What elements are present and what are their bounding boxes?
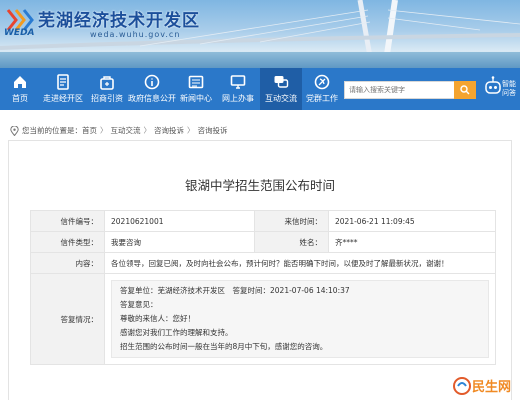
nav-item-investment[interactable]: 招商引资 [86, 68, 128, 110]
watermark-logo: 民生网 [452, 372, 520, 400]
location-icon [10, 125, 19, 136]
nav-item-about[interactable]: 走进经开区 [40, 68, 86, 110]
time-value: 2021-06-21 11:09:45 [328, 210, 496, 232]
content-value: 各位领导，回复已阅，及时向社会公布，预计何时？能否明确下时间，以便及时了解最新状… [104, 252, 496, 274]
type-value: 我要咨询 [104, 231, 255, 253]
nav-item-home[interactable]: 首页 [0, 68, 40, 110]
breadcrumb-link[interactable]: 互动交流 [111, 125, 141, 136]
table-row: 信件编号： 20210621001 来信时间： 2021-06-21 11:09… [30, 210, 496, 232]
nav-label: 政府信息公开 [128, 94, 176, 103]
type-label: 信件类型： [30, 231, 105, 253]
site-url: weda.wuhu.gov.cn [90, 30, 181, 39]
breadcrumb-link[interactable]: 咨询投诉 [154, 125, 184, 136]
nav-label: 走进经开区 [43, 94, 83, 103]
nav-label: 党群工作 [306, 94, 338, 103]
chat-icon [274, 76, 289, 88]
breadcrumb-prefix: 您当前的位置是： [22, 126, 82, 135]
monitor-icon [230, 75, 246, 89]
letter-no-value: 20210621001 [104, 210, 255, 232]
table-row: 答复情况： 答复单位：芜湖经济技术开发区 答复时间：2021-07-06 14:… [30, 273, 496, 365]
party-icon [314, 74, 330, 90]
reply-cell: 答复单位：芜湖经济技术开发区 答复时间：2021-07-06 14:10:37 … [104, 273, 496, 365]
search-input[interactable] [345, 82, 455, 98]
table-row: 信件类型： 我要咨询 姓名： 齐**** [30, 231, 496, 253]
time-label: 来信时间： [254, 210, 329, 232]
name-label: 姓名： [254, 231, 329, 253]
nav-item-party[interactable]: 党群工作 [302, 68, 342, 110]
nav-item-online-service[interactable]: 网上办事 [216, 68, 260, 110]
breadcrumb-link[interactable]: 首页 [82, 125, 97, 136]
reply-opinion-label: 答复意见： [120, 300, 158, 309]
reply-dept-line: 答复单位：芜湖经济技术开发区 答复时间：2021-07-06 14:10:37 [120, 286, 350, 295]
letter-no-label: 信件编号： [30, 210, 105, 232]
bag-icon [100, 76, 114, 90]
home-icon [14, 76, 26, 88]
nav-label: 互动交流 [265, 94, 297, 103]
nav-label: 招商引资 [91, 94, 123, 103]
reply-label: 答复情况： [30, 273, 105, 365]
watermark-text: 民生网 [472, 379, 511, 395]
reply-thanks: 感谢您对我们工作的理解和支持。 [120, 328, 233, 337]
news-icon [188, 75, 204, 89]
reply-greeting: 尊敬的来信人：您好！ [120, 314, 195, 323]
reply-body: 招生范围的公布时间一般在当年的8月中下旬，感谢您的咨询。 [120, 342, 328, 351]
reply-box: 答复单位：芜湖经济技术开发区 答复时间：2021-07-06 14:10:37 … [111, 280, 489, 358]
nav-label: 新闻中心 [180, 94, 212, 103]
header-banner: WEDA 芜湖经济技术开发区 weda.wuhu.gov.cn [0, 0, 520, 68]
breadcrumb-link[interactable]: 咨询投诉 [198, 125, 228, 136]
logo-abbr: WEDA [4, 28, 35, 38]
name-value: 齐**** [328, 231, 496, 253]
nav-item-gov-info[interactable]: 政府信息公开 [128, 68, 176, 110]
breadcrumb-separator: 〉 [187, 126, 195, 135]
breadcrumb-separator: 〉 [143, 126, 152, 135]
search-icon [460, 85, 470, 95]
robot-label[interactable]: 智能问答 [502, 80, 520, 98]
article-title: 银湖中学招生范围公布时间 [184, 178, 335, 193]
search-box [344, 81, 476, 99]
search-button[interactable] [454, 81, 476, 99]
breadcrumb-separator: 〉 [100, 126, 108, 135]
letter-detail-table: 信件编号： 20210621001 来信时间： 2021-06-21 11:09… [30, 210, 496, 365]
info-icon [144, 74, 160, 90]
nav-item-news[interactable]: 新闻中心 [176, 68, 216, 110]
breadcrumb: 您当前的位置是： 首页 〉 互动交流 〉 咨询投诉 〉 咨询投诉 [10, 125, 228, 136]
nav-item-interaction[interactable]: 互动交流 [260, 68, 302, 110]
doc-icon [57, 74, 69, 90]
nav-label: 网上办事 [222, 94, 254, 103]
watermark-icon: 民生网 [453, 377, 511, 395]
content-label: 内容： [30, 252, 105, 274]
table-row: 内容： 各位领导，回复已阅，及时向社会公布，预计何时？能否明确下时间，以便及时了… [30, 252, 496, 274]
site-title: 芜湖经济技术开发区 [38, 11, 200, 31]
nav-label: 首页 [12, 94, 28, 103]
